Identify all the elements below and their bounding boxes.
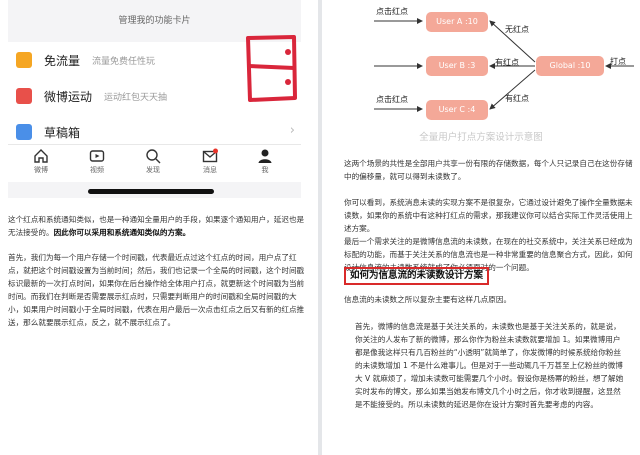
tab-discover[interactable]: 发现 — [133, 148, 173, 175]
home-indicator — [88, 189, 214, 194]
card-name: 免流量 — [44, 54, 81, 68]
sneaker-icon — [16, 88, 32, 104]
node-global: Global :10 — [536, 56, 604, 76]
card-name: 微博运动 — [44, 90, 93, 104]
video-icon — [89, 150, 105, 162]
profile-icon — [258, 149, 272, 163]
edge-label-mark: 打点 — [610, 57, 626, 66]
home-icon — [34, 149, 48, 163]
tab-video[interactable]: 视频 — [77, 148, 117, 175]
search-icon — [146, 149, 161, 164]
mail-icon — [202, 148, 218, 163]
left-paragraph-1: 这个红点和系统通知类似，也是一种通知全量用户的手段，如果逐个通知用户，延迟也是无… — [8, 215, 305, 237]
draft-box-icon — [16, 124, 32, 140]
card-name: 草稿箱 — [44, 126, 81, 140]
label-click-red-dot-c: 点击红点 — [376, 95, 408, 104]
edge-label-has-dot-c: 有红点 — [505, 94, 529, 103]
sim-card-icon — [16, 52, 32, 68]
right-paragraph-2: 你可以看到，系统消息未读的实现方案不是很复杂，它通过设计避免了操作全量数据未读数… — [344, 198, 633, 233]
right-paragraph-5: 首先，微博的信息流是基于关注关系的，未读数也是基于关注关系的，就是说，你关注的人… — [355, 322, 624, 409]
red-annotation-box — [246, 35, 297, 102]
right-paragraph-1: 这两个场景的共性是全部用户共享一份有限的存储数据，每个人只记录自己在这份存储中的… — [344, 159, 633, 181]
tab-home[interactable]: 微博 — [21, 148, 61, 175]
left-paragraph-2: 首先，我们为每一个用户存储一个时间戳，代表最近点过这个红点的时间，用户点了红点，… — [8, 253, 305, 327]
label-click-red-dot-a: 点击红点 — [376, 7, 408, 16]
tab-bar: 微博 视频 发现 消息 我 — [8, 144, 301, 182]
node-user-a: User A :10 — [426, 12, 488, 32]
node-user-c: User C :4 — [426, 100, 488, 120]
node-user-b: User B :3 — [426, 56, 488, 76]
edge-label-has-dot-b: 有红点 — [495, 58, 519, 67]
tab-messages[interactable]: 消息 — [190, 148, 230, 175]
card-sub: 运动红包天天抽 — [104, 93, 168, 103]
phone-screenshot: 管理我的功能卡片 免流量 流量免费任性玩 微博运动 运动红包天天抽 草稿箱 › — [8, 0, 301, 198]
left-page: 管理我的功能卡片 免流量 流量免费任性玩 微博运动 运动红包天天抽 草稿箱 › — [0, 0, 318, 455]
right-paragraph-4: 信息流的未读数之所以复杂主要有这样几点原因。 — [344, 295, 512, 304]
card-sub: 流量免费任性玩 — [92, 57, 156, 67]
edge-label-no-dot: 无红点 — [505, 25, 529, 34]
right-page: 点击红点 点击红点 User A :10 User B :3 User C :4… — [322, 0, 640, 455]
tab-profile[interactable]: 我 — [245, 148, 285, 175]
diagram-caption: 全量用户打点方案设计示意图 — [419, 132, 543, 143]
chevron-right-icon: › — [289, 123, 295, 138]
section-heading: 如何为信息流的未读数设计方案 — [344, 267, 490, 285]
